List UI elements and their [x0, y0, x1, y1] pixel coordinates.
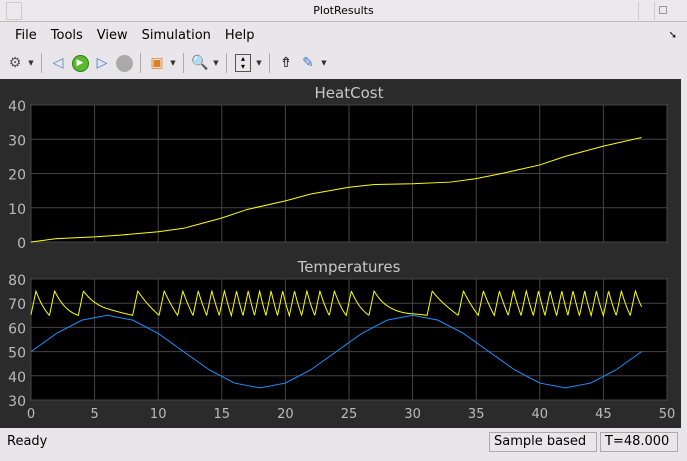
status-bar: Ready Sample based T=48.000: [0, 430, 687, 454]
y-tick-label: 20: [8, 168, 26, 184]
menu-file[interactable]: File: [8, 26, 44, 46]
y-tick-label: 40: [8, 370, 26, 386]
stop-icon[interactable]: [113, 52, 135, 74]
zoom-dropdown[interactable]: ▼: [211, 59, 221, 67]
chart-title: Temperatures: [297, 258, 401, 276]
undock-icon[interactable]: ➘: [669, 30, 677, 41]
maximize-button[interactable]: [654, 2, 670, 20]
menu-tools[interactable]: Tools: [44, 26, 90, 46]
step-forward-icon[interactable]: ▷: [91, 52, 113, 74]
window-title: PlotResults: [313, 4, 374, 17]
scope-svg[interactable]: HeatCost 0 10 20 30 40 Temperatures 0 5 10 15 20 25 3…: [0, 79, 681, 428]
measure-dropdown[interactable]: ▼: [319, 59, 329, 67]
x-tick-label: 40: [532, 407, 549, 422]
y-tick-label: 50: [8, 346, 26, 362]
y-tick-label: 0: [17, 236, 26, 252]
x-tick-label: 20: [277, 407, 294, 422]
x-tick-label: 50: [659, 407, 676, 422]
y-tick-label: 80: [8, 273, 26, 289]
menu-view[interactable]: View: [90, 26, 135, 46]
measure-icon[interactable]: ✎: [297, 52, 319, 74]
menu-help[interactable]: Help: [218, 26, 262, 46]
minimize-button[interactable]: [638, 2, 654, 20]
y-tick-label: 30: [8, 394, 26, 410]
x-tick-label: 15: [214, 407, 231, 422]
x-tick-label: 5: [90, 407, 98, 422]
toolbar: ⚙ ▼ ◁ ▶ ▷ ▣ ▼ 🔍 ▼ ▴ ▾ ▼ ⇮ ✎ ▼: [4, 50, 329, 76]
run-icon[interactable]: ▶: [69, 52, 91, 74]
y-tick-label: 60: [8, 321, 26, 337]
title-bar: PlotResults: [0, 0, 687, 22]
highlight-block-icon[interactable]: ▣: [146, 52, 168, 74]
x-tick-label: 35: [468, 407, 485, 422]
x-tick-label: 45: [595, 407, 612, 422]
x-tick-label: 30: [404, 407, 421, 422]
x-tick-label: 0: [27, 407, 35, 422]
menu-simulation[interactable]: Simulation: [135, 26, 218, 46]
chart-title: HeatCost: [315, 84, 384, 102]
settings-dropdown[interactable]: ▼: [26, 59, 36, 67]
fit-axes-icon[interactable]: ▴ ▾: [232, 52, 254, 74]
highlight-dropdown[interactable]: ▼: [168, 59, 178, 67]
y-tick-label: 30: [8, 133, 26, 149]
scope-plot-area: HeatCost 0 10 20 30 40 Temperatures 0 5 10 15 20 25 3…: [0, 79, 681, 428]
x-tick-label: 25: [341, 407, 358, 422]
x-tick-label: 10: [150, 407, 167, 422]
y-tick-label: 70: [8, 297, 26, 313]
status-text: Ready: [7, 434, 48, 449]
sample-mode: Sample based: [489, 432, 597, 452]
sim-time: T=48.000: [600, 432, 678, 452]
fit-dropdown[interactable]: ▼: [254, 59, 264, 67]
zoom-in-icon[interactable]: 🔍: [189, 52, 211, 74]
y-tick-label: 40: [8, 99, 26, 115]
gear-icon[interactable]: ⚙: [4, 52, 26, 74]
step-back-icon[interactable]: ◁: [47, 52, 69, 74]
write-to-workspace-icon[interactable]: ⇮: [275, 52, 297, 74]
y-tick-label: 10: [8, 202, 26, 218]
menu-bar: File Tools View Simulation Help: [8, 26, 262, 46]
